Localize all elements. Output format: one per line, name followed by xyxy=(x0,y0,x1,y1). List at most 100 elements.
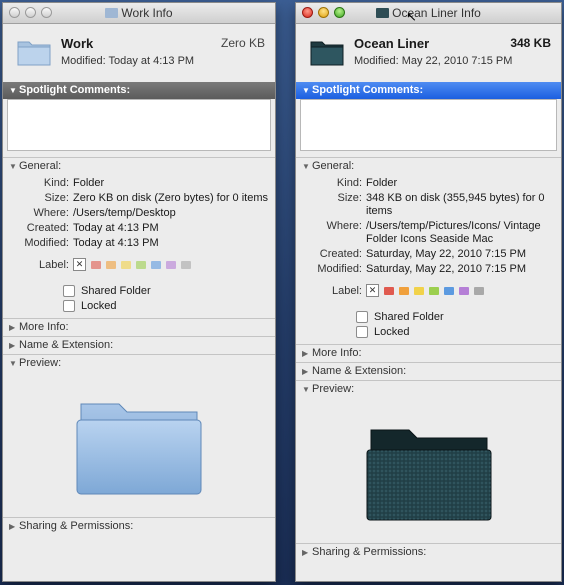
kind-value: Folder xyxy=(73,177,105,189)
label-label: Label: xyxy=(39,258,69,271)
modified-value: Today at 4:13 PM xyxy=(73,237,159,249)
label-green-swatch[interactable] xyxy=(429,286,439,295)
checkbox[interactable] xyxy=(356,326,368,338)
label-blue-swatch[interactable] xyxy=(151,260,161,269)
locked-checkbox[interactable]: Locked xyxy=(63,300,275,312)
label-red-swatch[interactable] xyxy=(91,260,101,269)
checkbox[interactable] xyxy=(63,285,75,297)
section-label: More Info: xyxy=(312,347,362,359)
disclosure-collapsed-icon: ▶ xyxy=(302,367,309,376)
checkbox-label: Shared Folder xyxy=(374,311,444,323)
section-label: Preview: xyxy=(312,383,355,395)
shared-folder-checkbox[interactable]: Shared Folder xyxy=(356,311,561,323)
checkbox-label: Locked xyxy=(374,326,410,338)
preview-area xyxy=(3,372,275,517)
item-name: Ocean Liner xyxy=(354,36,430,51)
section-label: General: xyxy=(19,160,62,172)
folder-icon xyxy=(105,8,119,18)
shared-folder-checkbox[interactable]: Shared Folder xyxy=(63,285,275,297)
spotlight-comments-disclosure[interactable]: ▼ Spotlight Comments: xyxy=(296,82,561,99)
general-section: Kind: Folder Size: 348 KB on disk (355,945… xyxy=(296,175,561,344)
section-label: Name & Extension: xyxy=(19,339,114,351)
label-yellow-swatch[interactable] xyxy=(414,286,424,295)
folder-preview-icon xyxy=(366,429,491,521)
label-purple-swatch[interactable] xyxy=(166,260,176,269)
title-bar[interactable]: Work Info xyxy=(3,3,275,24)
spotlight-comments-field[interactable] xyxy=(300,99,557,151)
modified-label: Modified: xyxy=(24,237,69,249)
section-label: More Info: xyxy=(19,321,69,333)
preview-disclosure[interactable]: ▼ Preview: xyxy=(296,380,561,398)
spotlight-comments-disclosure[interactable]: ▼ Spotlight Comments: xyxy=(3,82,275,99)
folder-icon xyxy=(17,41,51,66)
disclosure-expanded-icon: ▼ xyxy=(302,162,310,171)
section-label: General: xyxy=(312,160,355,172)
size-label: Size: xyxy=(337,192,362,204)
where-label: Where: xyxy=(326,220,362,232)
size-value: 348 KB on disk (355,945 bytes) for 0 ite… xyxy=(366,192,545,217)
label-green-swatch[interactable] xyxy=(136,260,146,269)
item-name: Work xyxy=(61,36,94,51)
item-modified: Modified: May 22, 2010 7:15 PM xyxy=(354,55,513,67)
label-gray-swatch[interactable] xyxy=(474,286,484,295)
preview-disclosure[interactable]: ▼ Preview: xyxy=(3,354,275,372)
item-size: 348 KB xyxy=(510,36,551,50)
label-picker: Label: ✕ xyxy=(296,284,561,297)
disclosure-expanded-icon: ▼ xyxy=(302,86,310,95)
modified-value: Saturday, May 22, 2010 7:15 PM xyxy=(366,263,526,275)
label-purple-swatch[interactable] xyxy=(459,286,469,295)
preview-area xyxy=(296,398,561,543)
label-label: Label: xyxy=(332,284,362,297)
section-label: Sharing & Permissions: xyxy=(19,520,134,532)
disclosure-collapsed-icon: ▶ xyxy=(302,349,309,358)
folder-icon xyxy=(310,41,344,66)
disclosure-collapsed-icon: ▶ xyxy=(9,341,16,350)
general-disclosure[interactable]: ▼ General: xyxy=(296,157,561,175)
created-value: Today at 4:13 PM xyxy=(73,222,159,234)
disclosure-expanded-icon: ▼ xyxy=(9,359,17,368)
disclosure-collapsed-icon: ▶ xyxy=(302,548,309,557)
info-window-work: Work Info Work Zero KB Modified: Today a… xyxy=(2,2,276,582)
disclosure-collapsed-icon: ▶ xyxy=(9,522,16,531)
disclosure-collapsed-icon: ▶ xyxy=(9,323,16,332)
no-label-icon[interactable]: ✕ xyxy=(73,258,86,271)
window-title: Work Info xyxy=(3,6,275,20)
where-value: /Users/temp/Pictures/Icons/ Vintage Fold… xyxy=(366,220,541,245)
spotlight-comments-field[interactable] xyxy=(7,99,271,151)
label-gray-swatch[interactable] xyxy=(181,260,191,269)
locked-checkbox[interactable]: Locked xyxy=(356,326,561,338)
checkbox[interactable] xyxy=(356,311,368,323)
folder-icon xyxy=(376,8,390,18)
arrow-cursor-icon: ↖ xyxy=(406,9,417,24)
sharing-permissions-disclosure[interactable]: ▶ Sharing & Permissions: xyxy=(296,543,561,561)
more-info-disclosure[interactable]: ▶ More Info: xyxy=(3,318,275,336)
folder-preview-icon xyxy=(76,403,202,495)
where-label: Where: xyxy=(33,207,69,219)
general-disclosure[interactable]: ▼ General: xyxy=(3,157,275,175)
label-orange-swatch[interactable] xyxy=(399,286,409,295)
section-label: Spotlight Comments: xyxy=(312,84,424,96)
name-extension-disclosure[interactable]: ▶ Name & Extension: xyxy=(3,336,275,354)
size-label: Size: xyxy=(44,192,69,204)
general-section: Kind: Folder Size: Zero KB on disk (Zero b… xyxy=(3,175,275,318)
section-label: Sharing & Permissions: xyxy=(312,546,427,558)
item-size: Zero KB xyxy=(220,36,265,50)
title-bar[interactable]: Ocean Liner Info ↖ xyxy=(296,3,561,24)
info-header: Work Zero KB Modified: Today at 4:13 PM xyxy=(3,24,275,82)
name-extension-disclosure[interactable]: ▶ Name & Extension: xyxy=(296,362,561,380)
size-value: Zero KB on disk (Zero bytes) for 0 items xyxy=(73,192,269,204)
section-label: Preview: xyxy=(19,357,62,369)
no-label-icon[interactable]: ✕ xyxy=(366,284,379,297)
label-yellow-swatch[interactable] xyxy=(121,260,131,269)
info-header: Ocean Liner 348 KB Modified: May 22, 201… xyxy=(296,24,561,82)
created-label: Created: xyxy=(26,222,69,234)
label-red-swatch[interactable] xyxy=(384,286,394,295)
checkbox-label: Locked xyxy=(81,300,117,312)
checkbox[interactable] xyxy=(63,300,75,312)
sharing-permissions-disclosure[interactable]: ▶ Sharing & Permissions: xyxy=(3,517,275,535)
more-info-disclosure[interactable]: ▶ More Info: xyxy=(296,344,561,362)
section-label: Name & Extension: xyxy=(312,365,407,377)
label-orange-swatch[interactable] xyxy=(106,260,116,269)
modified-label: Modified: xyxy=(317,263,362,275)
label-blue-swatch[interactable] xyxy=(444,286,454,295)
